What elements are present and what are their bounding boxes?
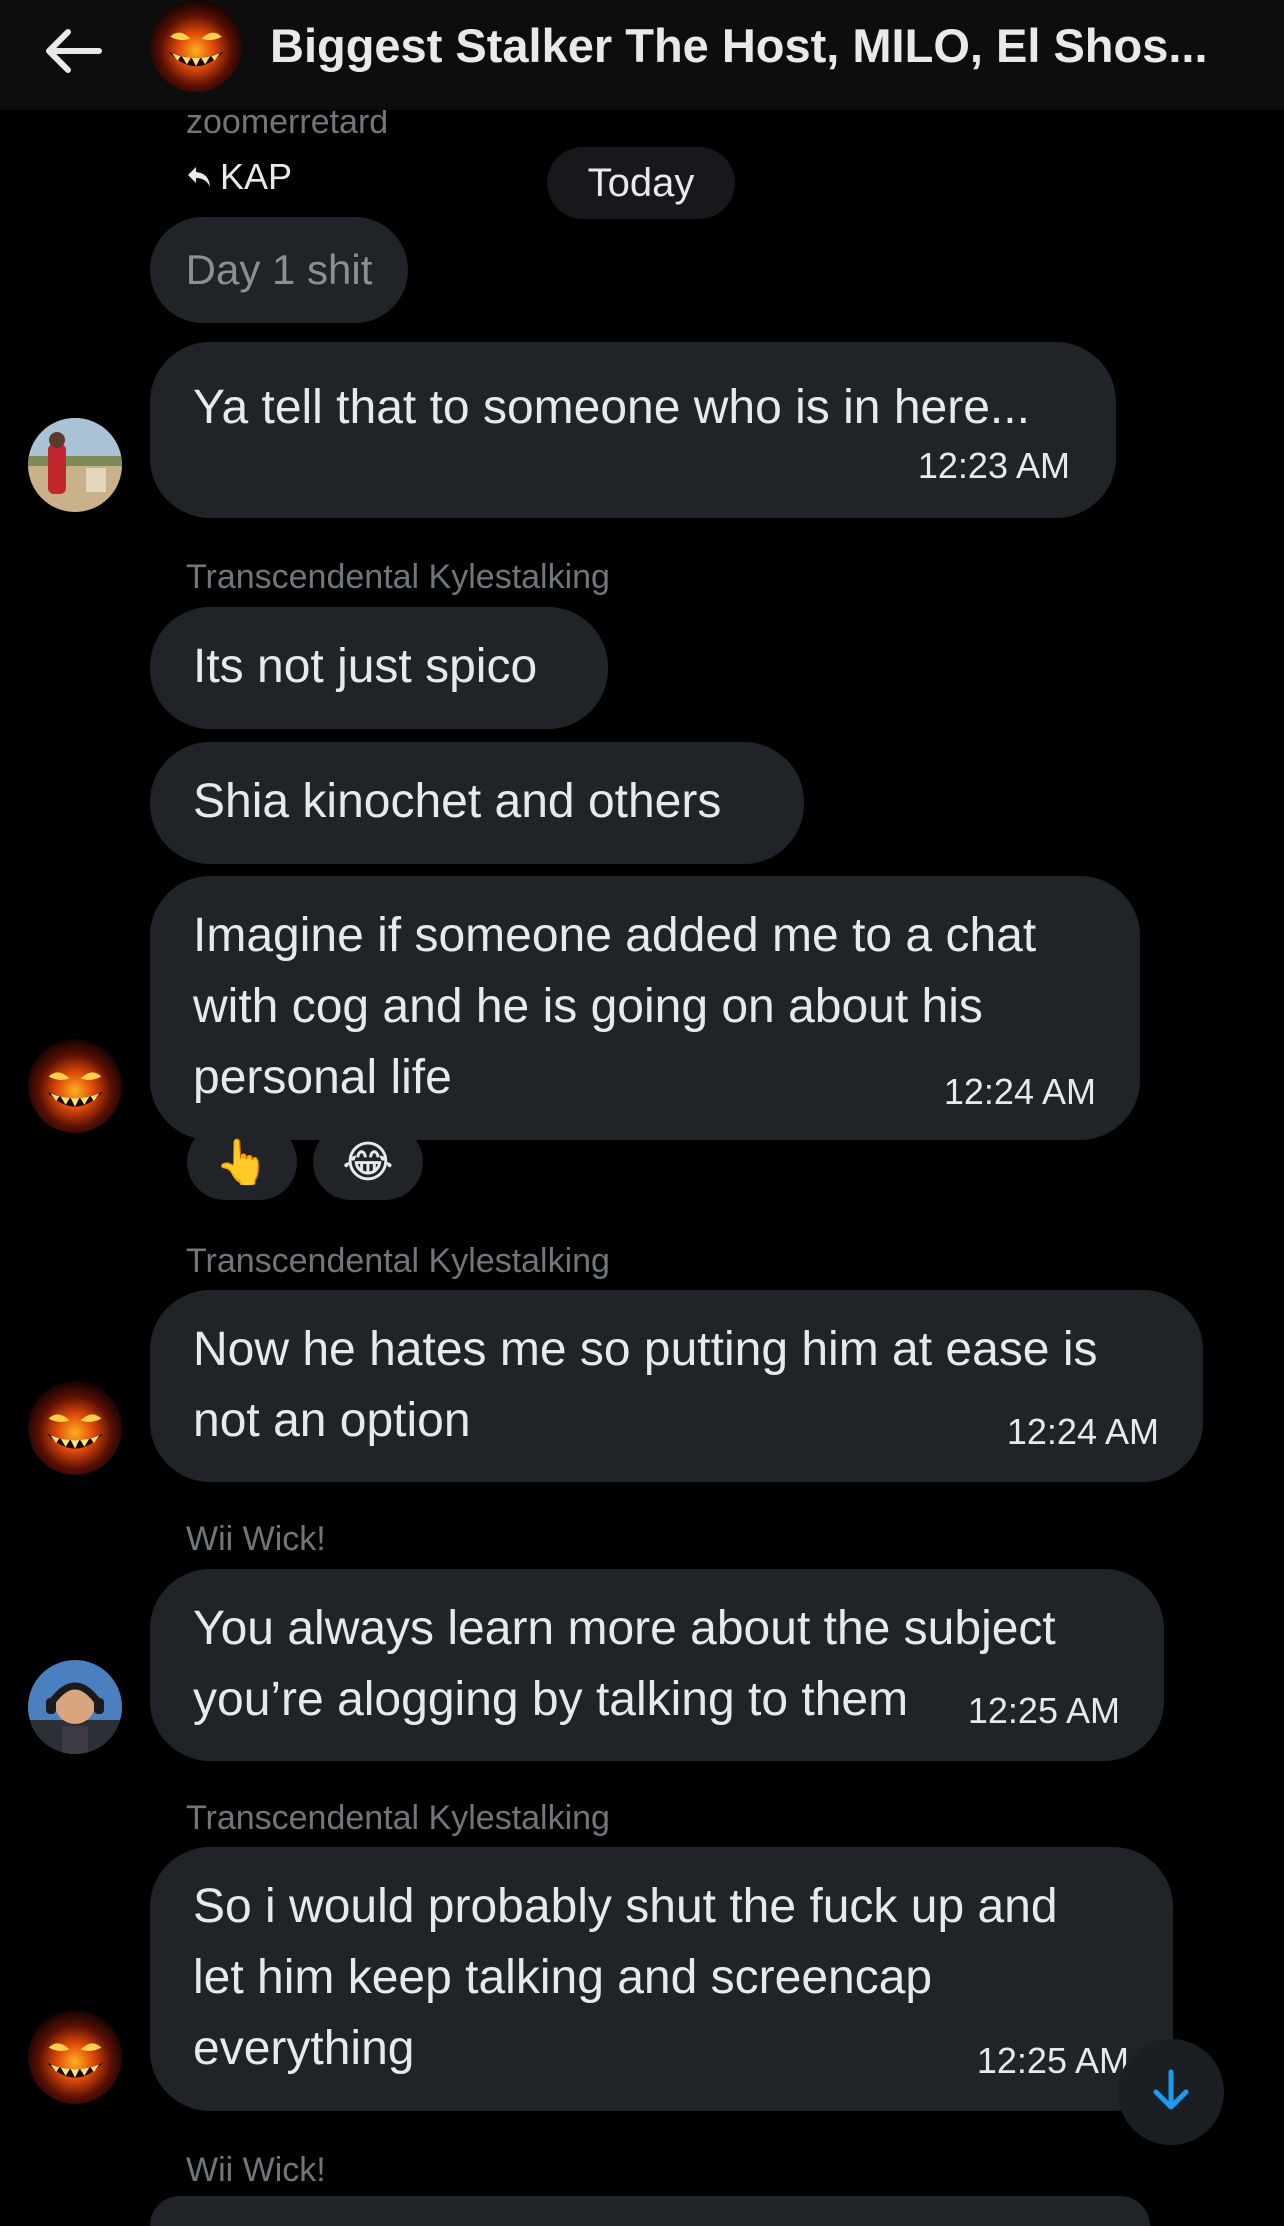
reply-arrow-icon — [186, 156, 212, 198]
quoted-message[interactable]: Day 1 shit — [150, 217, 408, 323]
sender-name: Wii Wick! — [186, 2151, 326, 2189]
sender-name: Wii Wick! — [186, 1520, 326, 1558]
reaction-pointing-up[interactable]: 👆 — [187, 1124, 297, 1200]
sender-name: Transcendental Kylestalking — [186, 1242, 610, 1280]
message-bubble[interactable]: Imagine if someone added me to a chat wi… — [150, 876, 1140, 1140]
message-bubble[interactable]: Its not just spico — [150, 607, 608, 729]
message-text: Now he hates me so putting him at ease i… — [193, 1323, 1098, 1376]
message-time: 12:25 AM — [976, 2040, 1129, 2081]
sender-name: Transcendental Kylestalking — [186, 558, 610, 596]
message-text: personal life — [193, 1051, 452, 1104]
message-bubble[interactable]: Shia kinochet and others — [150, 742, 804, 864]
chat-header: Biggest Stalker The Host, MILO, El Shos.… — [0, 0, 1284, 110]
message-time: 12:23 AM — [917, 445, 1070, 486]
group-avatar[interactable] — [150, 0, 242, 92]
evil-grin-avatar-icon — [28, 1039, 122, 1133]
message-time: 12:25 AM — [967, 1690, 1120, 1731]
avatar[interactable] — [28, 1381, 122, 1475]
message-bubble[interactable]: Now he hates me so putting him at ease i… — [150, 1290, 1203, 1482]
reaction-laughing[interactable]: 😂 — [313, 1124, 423, 1200]
message-time: 12:24 AM — [1006, 1411, 1159, 1452]
message-text: everything — [193, 2022, 415, 2075]
avatar[interactable] — [28, 418, 122, 512]
date-divider: Today — [547, 147, 735, 219]
message-text: Ya tell that to someone who is in here..… — [193, 381, 1030, 434]
chat-title[interactable]: Biggest Stalker The Host, MILO, El Shos.… — [270, 18, 1210, 74]
quoted-message-text: Day 1 shit — [185, 246, 373, 293]
avatar[interactable] — [28, 1660, 122, 1754]
message-text: Imagine if someone added me to a chat — [193, 909, 1037, 962]
landscape-photo-avatar-icon — [28, 418, 122, 512]
back-button[interactable] — [38, 18, 108, 88]
evil-grin-avatar-icon — [28, 2010, 122, 2104]
message-text: So i would probably shut the fuck up and — [193, 1880, 1058, 1933]
arrow-down-icon — [1151, 2068, 1191, 2117]
message-text: you’re alogging by talking to them — [193, 1673, 909, 1726]
sender-name: Transcendental Kylestalking — [186, 1799, 610, 1837]
evil-grin-avatar-icon — [28, 1381, 122, 1475]
message-bubble[interactable]: Ya tell that to someone who is in here..… — [150, 342, 1116, 518]
message-text: let him keep talking and screencap — [193, 1951, 933, 2004]
avatar[interactable] — [28, 2010, 122, 2104]
message-text: Its not just spico — [193, 640, 538, 693]
message-text: not an option — [193, 1394, 471, 1447]
message-bubble[interactable]: You always learn more about the subject … — [150, 1569, 1164, 1761]
reply-to-name: KAP — [220, 156, 293, 197]
reply-indicator: KAP — [186, 156, 292, 198]
scroll-to-bottom-button[interactable] — [1118, 2039, 1224, 2145]
message-text: Shia kinochet and others — [193, 775, 722, 828]
message-time: 12:24 AM — [943, 1071, 1096, 1112]
message-bubble[interactable]: So i would probably shut the fuck up and… — [150, 1847, 1173, 2111]
message-bubble-partial[interactable] — [150, 2196, 1150, 2226]
headphones-man-avatar-icon — [28, 1660, 122, 1754]
arrow-left-icon — [44, 28, 102, 79]
message-text: You always learn more about the subject — [193, 1602, 1056, 1655]
evil-grin-avatar-icon — [150, 0, 242, 92]
avatar[interactable] — [28, 1039, 122, 1133]
message-text: with cog and he is going on about his — [193, 980, 983, 1033]
